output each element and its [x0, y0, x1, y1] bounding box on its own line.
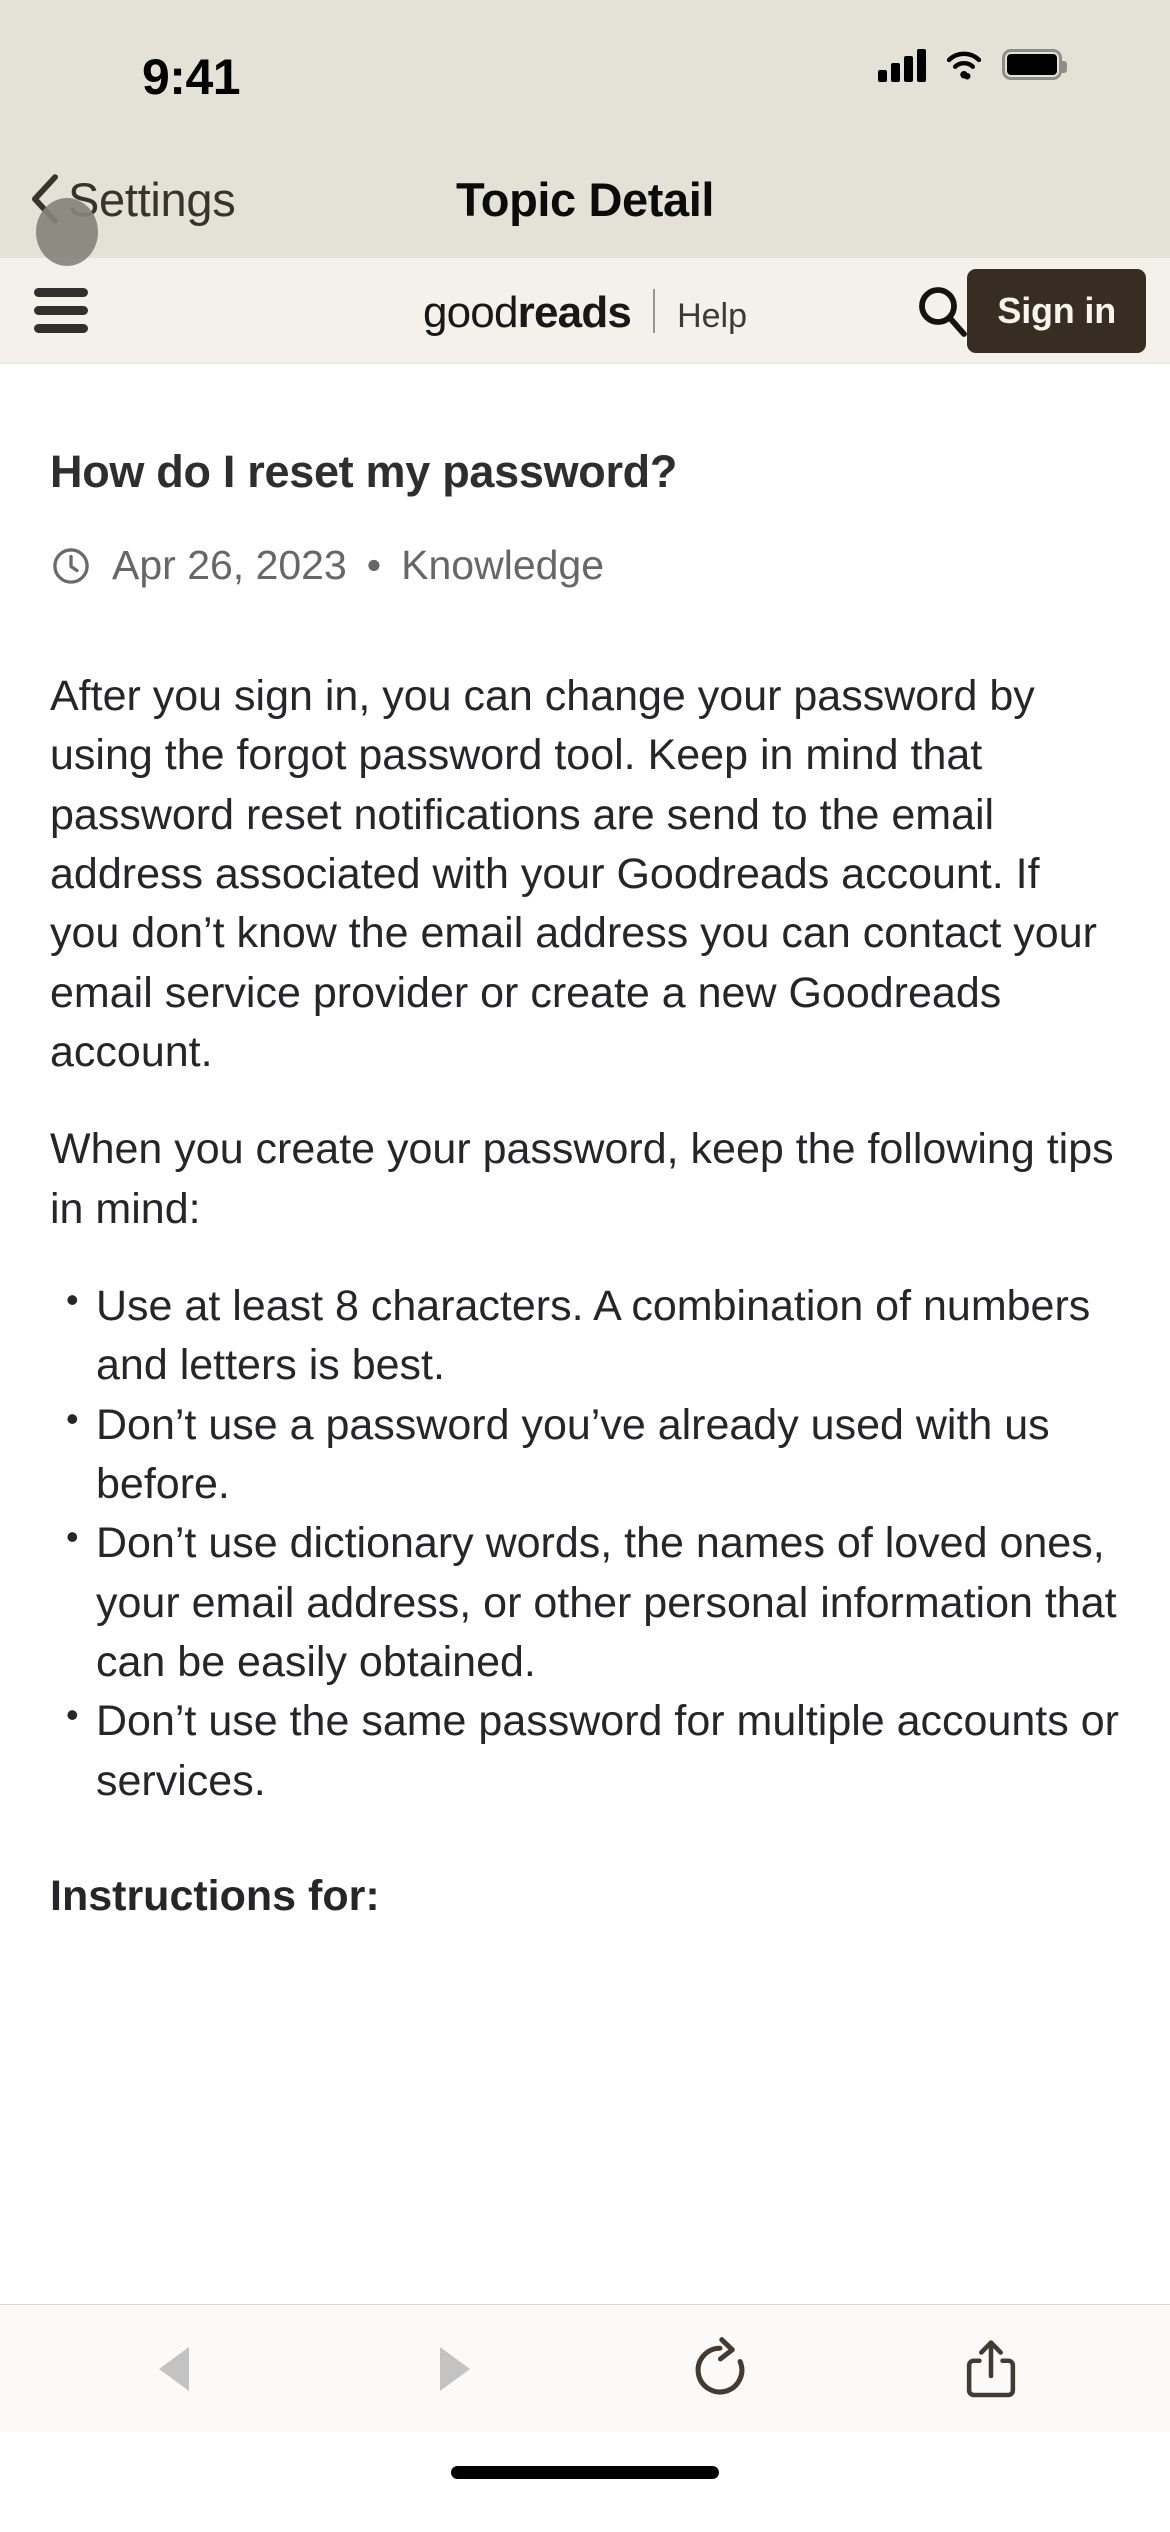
article-category: Knowledge — [401, 542, 605, 588]
battery-icon — [1002, 48, 1067, 80]
cellular-signal-icon — [878, 46, 926, 82]
reload-page-button[interactable] — [665, 2314, 775, 2424]
article-title: How do I reset my password? — [50, 446, 678, 497]
home-indicator-area — [0, 2432, 1170, 2532]
list-item: Don’t use a password you’ve already used… — [50, 1394, 1120, 1515]
article-paragraph-1: After you sign in, you can change your p… — [50, 672, 1097, 1076]
logo-text-bold: reads — [517, 288, 632, 337]
goodreads-logo[interactable]: goodreads — [422, 287, 632, 338]
wifi-icon — [946, 51, 982, 80]
share-icon — [966, 2339, 1015, 2397]
navigate-forward-button[interactable] — [395, 2314, 505, 2424]
page-title: Topic Detail — [455, 172, 715, 226]
list-item: Don’t use the same password for multiple… — [50, 1690, 1120, 1811]
ios-navigation-bar: Settings Topic Detail — [0, 140, 1170, 266]
list-item: Use at least 8 characters. A combination… — [50, 1275, 1120, 1396]
article-body: After you sign in, you can change your p… — [50, 667, 1120, 1926]
browser-toolbar — [0, 2304, 1170, 2432]
clock-icon — [53, 547, 89, 584]
back-triangle-icon — [159, 2346, 190, 2391]
sign-in-button[interactable]: Sign in — [967, 268, 1146, 353]
header-divider — [653, 289, 656, 333]
home-indicator[interactable] — [451, 2466, 719, 2479]
password-tips-list: Use at least 8 characters. A combination… — [50, 1275, 1120, 1811]
share-button[interactable] — [936, 2314, 1046, 2424]
list-item: Don’t use dictionary words, the names of… — [50, 1512, 1120, 1692]
status-bar-indicators — [878, 46, 1067, 82]
goodreads-site-header: goodreads Help Sign in — [0, 258, 1170, 364]
article-content: How do I reset my password? Apr 26, 2023… — [0, 364, 1170, 2304]
reload-icon — [695, 2336, 745, 2394]
iphone-screen: 9:41 Settings Topic Detail goodreads Hel… — [0, 0, 1170, 2532]
help-link[interactable]: Help — [677, 297, 747, 336]
instructions-heading: Instructions for: — [50, 1871, 380, 1920]
metadata-separator: • — [366, 542, 382, 588]
article-metadata: Apr 26, 2023 • Knowledge — [50, 542, 1120, 589]
search-icon[interactable] — [914, 283, 970, 339]
logo-text-light: good — [422, 288, 518, 337]
article-date: Apr 26, 2023 — [112, 542, 347, 588]
article-paragraph-2: When you create your password, keep the … — [50, 1125, 1114, 1233]
hamburger-menu-icon[interactable] — [34, 288, 88, 333]
forward-triangle-icon — [439, 2346, 470, 2391]
status-bar: 9:41 — [0, 0, 1170, 140]
touch-indicator — [36, 198, 98, 266]
navigate-back-button[interactable] — [124, 2314, 234, 2424]
